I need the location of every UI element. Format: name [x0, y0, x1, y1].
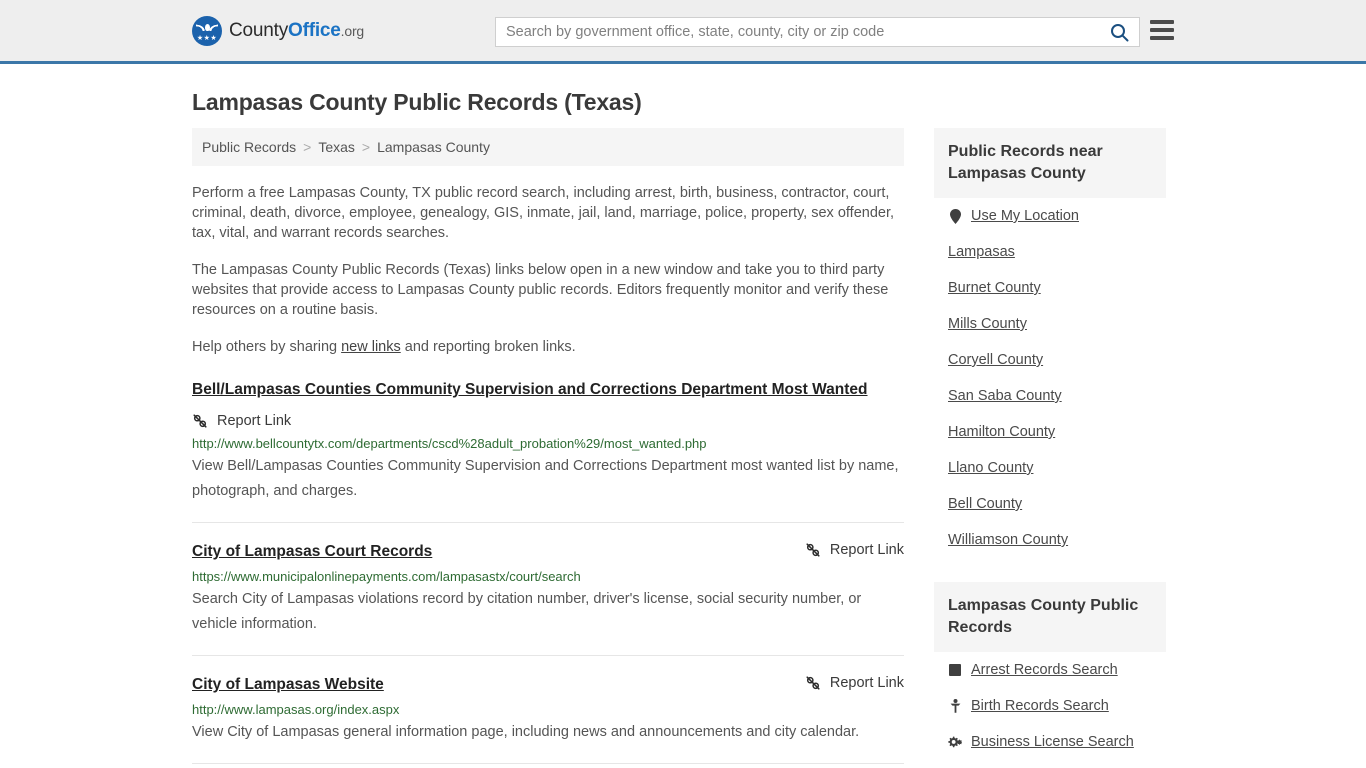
sidebar-nearby-box: Public Records near Lampasas County Use … — [934, 128, 1166, 558]
breadcrumb: Public Records > Texas > Lampasas County — [192, 128, 904, 166]
brand-wordmark: CountyOffice.org — [229, 20, 364, 42]
result-title-link[interactable]: City of Lampasas Website — [192, 674, 793, 695]
result-description: View Bell/Lampasas Counties Community Su… — [192, 458, 899, 499]
countyoffice-eagle-icon: ★★★ — [192, 15, 222, 46]
sidebar-item-label: Use My Location — [971, 208, 1079, 224]
sidebar-records-heading: Lampasas County Public Records — [934, 582, 1166, 652]
intro-paragraph-1: Perform a free Lampasas County, TX publi… — [192, 185, 895, 241]
broken-link-icon — [193, 414, 207, 428]
sidebar-item-burnet-county[interactable]: Burnet County — [948, 270, 1152, 306]
sidebar-item-bell-county[interactable]: Bell County — [948, 486, 1152, 522]
intro-p3-before: Help others by sharing — [192, 339, 342, 355]
sidebar-item-williamson-county[interactable]: Williamson County — [948, 522, 1152, 558]
report-link-label: Report Link — [829, 675, 904, 691]
sidebar-item-label: Coryell County — [948, 352, 1044, 368]
site-logo[interactable]: ★★★ CountyOffice.org — [192, 15, 364, 46]
baby-icon — [948, 699, 962, 714]
brand-part-tld: .org — [340, 22, 365, 39]
search-bar — [495, 17, 1140, 47]
breadcrumb-item-public-records[interactable]: Public Records — [202, 139, 296, 155]
breadcrumb-separator: > — [361, 139, 371, 155]
sidebar-item-birth-records-search[interactable]: Birth Records Search — [948, 688, 1152, 724]
result-header: Bell/Lampasas Counties Community Supervi… — [192, 379, 904, 429]
sidebar-item-arrest-records-search[interactable]: Arrest Records Search — [948, 652, 1152, 688]
sidebar-item-coryell-county[interactable]: Coryell County — [948, 342, 1152, 378]
breadcrumb-item-current: Lampasas County — [377, 139, 490, 155]
sidebar-item-hamilton-county[interactable]: Hamilton County — [948, 414, 1152, 450]
result-url[interactable]: https://www.municipalonlinepayments.com/… — [192, 568, 904, 585]
report-link-button[interactable]: Report Link — [192, 412, 291, 429]
result-header: City of Lampasas Court Records Report Li… — [192, 541, 904, 562]
breadcrumb-item-texas[interactable]: Texas — [318, 139, 355, 155]
sidebar-item-llano-county[interactable]: Llano County — [948, 450, 1152, 486]
sidebar-item-label: Llano County — [948, 460, 1034, 476]
page-container: Lampasas County Public Records (Texas) P… — [0, 89, 1366, 768]
result-header: City of Lampasas Website Report Link — [192, 674, 904, 695]
report-link-label: Report Link — [217, 413, 292, 429]
sidebar-item-mills-county[interactable]: Mills County — [948, 306, 1152, 342]
page-title: Lampasas County Public Records (Texas) — [192, 89, 642, 115]
brand-part-office: Office — [288, 19, 341, 41]
sidebar-item-label: Burnet County — [948, 280, 1041, 296]
sidebar-item-label: San Saba County — [948, 388, 1062, 404]
sidebar-item-label: Arrest Records Search — [971, 662, 1118, 678]
result-description: View City of Lampasas general informatio… — [192, 724, 860, 740]
sidebar-item-contractor-license-search[interactable]: Contractor License Search — [948, 760, 1152, 768]
site-header: ★★★ CountyOffice.org — [0, 0, 1366, 64]
result-description: Search City of Lampasas violations recor… — [192, 591, 862, 632]
sidebar-item-label: Hamilton County — [948, 424, 1056, 440]
hamburger-menu-icon[interactable] — [1150, 20, 1174, 40]
intro-paragraph-2: The Lampasas County Public Records (Texa… — [192, 262, 889, 318]
intro-p3-after: and reporting broken links. — [400, 339, 576, 355]
report-link-button[interactable]: Report Link — [805, 541, 904, 558]
results-list: Bell/Lampasas Counties Community Supervi… — [192, 379, 904, 768]
sidebar-item-san-saba-county[interactable]: San Saba County — [948, 378, 1152, 414]
logo-stars: ★★★ — [196, 34, 218, 42]
sidebar-records-list: Arrest Records Search Birth Records Sear… — [934, 652, 1166, 768]
sidebar-nearby-heading: Public Records near Lampasas County — [934, 128, 1166, 198]
gears-icon — [948, 735, 962, 750]
intro-text: Perform a free Lampasas County, TX publi… — [192, 183, 904, 357]
result-item: Bell/Lampasas Counties Community Supervi… — [192, 379, 904, 523]
result-url[interactable]: http://www.lampasas.org/index.aspx — [192, 701, 904, 718]
sidebar-item-label: Bell County — [948, 496, 1023, 512]
map-pin-icon — [948, 208, 962, 224]
search-input[interactable] — [496, 18, 1099, 46]
result-title-link[interactable]: City of Lampasas Court Records — [192, 541, 793, 562]
sidebar-item-label: Lampasas — [948, 244, 1015, 260]
broken-link-icon — [806, 543, 820, 557]
new-links-link[interactable]: new links — [341, 339, 401, 355]
intro-paragraph-3: Help others by sharing new links and rep… — [192, 337, 904, 357]
breadcrumb-separator: > — [303, 139, 312, 155]
result-item: City of Lampasas Court Records Report Li… — [192, 541, 904, 656]
result-url[interactable]: http://www.bellcountytx.com/departments/… — [192, 435, 904, 452]
sidebar-item-label: Williamson County — [948, 532, 1069, 548]
sidebar-item-lampasas[interactable]: Lampasas — [948, 234, 1152, 270]
search-button[interactable] — [1099, 18, 1139, 46]
search-icon — [1110, 23, 1128, 41]
sidebar: Public Records near Lampasas County Use … — [934, 128, 1166, 768]
page-layout: Public Records > Texas > Lampasas County… — [192, 128, 1174, 768]
report-link-label: Report Link — [829, 542, 904, 558]
report-link-button[interactable]: Report Link — [805, 674, 904, 691]
sidebar-nearby-list: Use My Location Lampasas Burnet County M… — [934, 198, 1166, 558]
square-icon — [948, 663, 962, 678]
brand-part-county: County — [229, 19, 289, 41]
sidebar-item-label: Business License Search — [971, 734, 1134, 750]
sidebar-item-business-license-search[interactable]: Business License Search — [948, 724, 1152, 760]
sidebar-item-label: Birth Records Search — [971, 698, 1109, 714]
broken-link-icon — [806, 676, 820, 690]
sidebar-item-use-my-location[interactable]: Use My Location — [948, 198, 1152, 234]
sidebar-item-label: Mills County — [948, 316, 1027, 332]
result-title-link[interactable]: Bell/Lampasas Counties Community Supervi… — [192, 379, 904, 400]
result-item: City of Lampasas Website Report Link htt… — [192, 674, 904, 764]
sidebar-records-box: Lampasas County Public Records Arrest Re… — [934, 582, 1166, 768]
main-column: Public Records > Texas > Lampasas County… — [192, 128, 904, 768]
